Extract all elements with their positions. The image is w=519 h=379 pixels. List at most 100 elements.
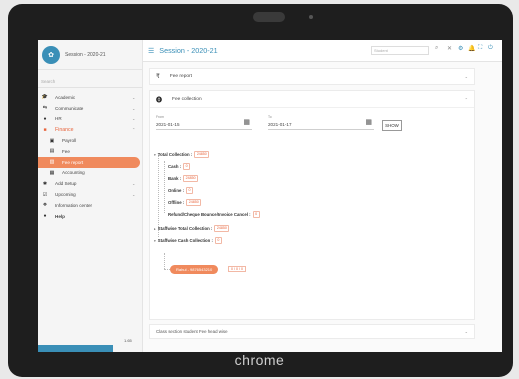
- briefcase-icon: ■: [43, 126, 47, 133]
- refund-row: Refund/Cheque Bounce/Invoice Cancel : 0: [168, 211, 260, 218]
- power-icon[interactable]: ⏻: [488, 45, 493, 52]
- person-icon: ●: [43, 115, 47, 122]
- from-value: 2021-01-15: [156, 122, 180, 127]
- online-label: Online :: [168, 188, 184, 193]
- search-icon[interactable]: ⌕: [435, 45, 438, 52]
- rupee-circle-icon: ⓿: [156, 97, 163, 104]
- to-date-field[interactable]: To 2021-01-17 ▦: [268, 114, 374, 130]
- brand-session: Session - 2020-21: [65, 51, 106, 58]
- chevron-down-icon: ⌄: [132, 116, 136, 122]
- sidebar-search-placeholder: Search: [41, 79, 56, 84]
- online-value: 0: [186, 187, 193, 194]
- chevron-down-icon: ⌄: [464, 329, 468, 334]
- caret-right-icon: ▸: [154, 226, 156, 231]
- sidebar-item-communicate[interactable]: ⇆ Communicate ⌄: [38, 103, 142, 114]
- brand[interactable]: ✿ Session - 2020-21: [38, 40, 142, 70]
- chat-icon: ⇆: [42, 105, 48, 112]
- staffwise-total-row[interactable]: ▸ Staffwise Total Collection : 24850: [154, 225, 230, 232]
- to-value: 2021-01-17: [268, 122, 292, 127]
- total-collection-row[interactable]: ▾ Total Collection : 24850: [154, 151, 210, 158]
- sidebar-item-fee-report[interactable]: ▥ Fee report: [38, 156, 140, 168]
- settings-icon[interactable]: ⚙: [458, 45, 463, 52]
- fee-report-panel[interactable]: ₹ Fee report ⌄: [149, 68, 475, 85]
- tablet-frame: ✿ Session - 2020-21 Search 🎓 Academic ⌄ ⇆ C…: [8, 4, 513, 377]
- caret-down-icon: ▾: [154, 152, 156, 157]
- staffwise-cash-label: Staffwise Cash Collection :: [157, 238, 213, 243]
- total-collection-value: 24850: [194, 151, 210, 158]
- calendar-icon[interactable]: ▦: [243, 118, 250, 126]
- class-section-panel[interactable]: Class section student Fee head wise ⌄: [149, 324, 475, 339]
- refund-label: Refund/Cheque Bounce/Invoice Cancel :: [168, 212, 251, 217]
- sidebar-item-academic[interactable]: 🎓 Academic ⌄: [38, 92, 142, 103]
- hierarchy-icon: ❖: [42, 202, 48, 209]
- main-content: ₹ Fee report ⌄ ⓿ Fee collection ⌃ From 2…: [143, 62, 502, 352]
- chevron-down-icon: ⌄: [132, 181, 136, 187]
- offline-value: 24850: [186, 199, 202, 206]
- camera-sensor: [309, 15, 313, 19]
- report-icon: ▥: [49, 159, 55, 166]
- staffwise-cash-row[interactable]: ▾ Staffwise Cash Collection : 0: [154, 237, 222, 244]
- sidebar-item-accounting[interactable]: ▦ Accounting: [38, 168, 142, 179]
- camera: [253, 12, 285, 22]
- staff-pill-value: 0 / 0 / 0: [228, 266, 246, 272]
- chevron-down-icon: ⌄: [132, 94, 136, 100]
- rupee-icon: ₹: [156, 74, 160, 80]
- fullscreen-icon[interactable]: ⛶: [478, 45, 482, 52]
- school-logo: ✿: [42, 45, 60, 64]
- staffwise-total-value: 24850: [214, 225, 230, 232]
- bank-label: Bank :: [168, 176, 182, 181]
- fee-collection-header[interactable]: ⓿ Fee collection ⌃: [150, 91, 474, 108]
- fee-collection-panel: ⓿ Fee collection ⌃ From 2021-01-15 ▦ To …: [149, 90, 475, 320]
- bank-row: Bank : 24850: [168, 175, 199, 182]
- edit-icon: ☑: [42, 191, 48, 198]
- staffwise-cash-value: 0: [214, 237, 222, 244]
- gear-icon: ✱: [42, 180, 48, 187]
- sidebar-item-finance[interactable]: ■ Finance ⌃: [38, 124, 142, 135]
- tree-connector: [164, 253, 165, 269]
- student-search-input[interactable]: Student: [371, 46, 429, 55]
- show-button[interactable]: SHOW: [382, 120, 402, 131]
- payroll-icon: ▣: [49, 137, 55, 144]
- clear-icon[interactable]: ✕: [447, 45, 452, 52]
- offline-label: Offline :: [168, 200, 185, 205]
- sidebar-footer-bar: [38, 345, 113, 352]
- class-section-title: Class section student Fee head wise: [156, 329, 228, 334]
- online-row: Online : 0: [168, 187, 193, 194]
- from-date-field[interactable]: From 2021-01-15 ▦: [156, 114, 252, 130]
- fee-collection-title: Fee collection: [172, 96, 202, 102]
- cash-label: Cash :: [168, 164, 182, 169]
- cash-row: Cash : 0: [168, 163, 191, 170]
- bank-value: 24850: [183, 175, 199, 182]
- caret-down-icon: ▾: [154, 238, 156, 243]
- sidebar-item-add-setup[interactable]: ✱ Add Setup ⌄: [38, 178, 142, 189]
- chevron-down-icon: ⌄: [132, 192, 136, 198]
- to-label: To: [268, 115, 272, 119]
- sidebar-item-hr[interactable]: ● HR ⌄: [38, 114, 142, 125]
- accounting-icon: ▦: [49, 169, 55, 176]
- student-search-placeholder: Student: [374, 48, 388, 53]
- chevron-down-icon: ⌄: [464, 74, 468, 79]
- sidebar-item-fee[interactable]: ▤ Fee: [38, 146, 142, 157]
- staff-pill[interactable]: Rahul - 9876543210: [170, 265, 219, 274]
- calendar-icon[interactable]: ▦: [365, 118, 372, 126]
- sidebar-item-upcoming[interactable]: ☑ Upcoming ⌄: [38, 189, 142, 200]
- sidebar-item-help[interactable]: ● Help: [38, 211, 142, 222]
- fee-report-title: Fee report: [169, 74, 192, 79]
- top-bar: ☰ Session - 2020-21 Student ⌕ ✕ ⚙ 🔔 ⛶ ⏻: [143, 40, 502, 62]
- sidebar-search[interactable]: Search: [38, 76, 142, 88]
- refund-value: 0: [252, 211, 260, 218]
- app-version: 1.65: [124, 338, 132, 343]
- sidebar-item-information-center[interactable]: ❖ Information center: [38, 200, 142, 211]
- chevron-down-icon: ⌄: [132, 105, 136, 111]
- graduation-cap-icon: 🎓: [41, 94, 49, 101]
- device-brand-label: chrome: [234, 352, 285, 368]
- sidebar-item-payroll[interactable]: ▣ Payroll: [38, 135, 142, 146]
- offline-row: Offline : 24850: [168, 199, 202, 206]
- menu-icon[interactable]: ☰: [148, 47, 154, 55]
- tree-connector: [164, 161, 165, 213]
- notification-bell-icon[interactable]: 🔔: [468, 45, 475, 52]
- chevron-up-icon: ⌃: [132, 127, 136, 133]
- from-label: From: [156, 115, 164, 119]
- sidebar: ✿ Session - 2020-21 Search 🎓 Academic ⌄ ⇆ C…: [38, 40, 143, 352]
- session-title: Session - 2020-21: [159, 46, 218, 55]
